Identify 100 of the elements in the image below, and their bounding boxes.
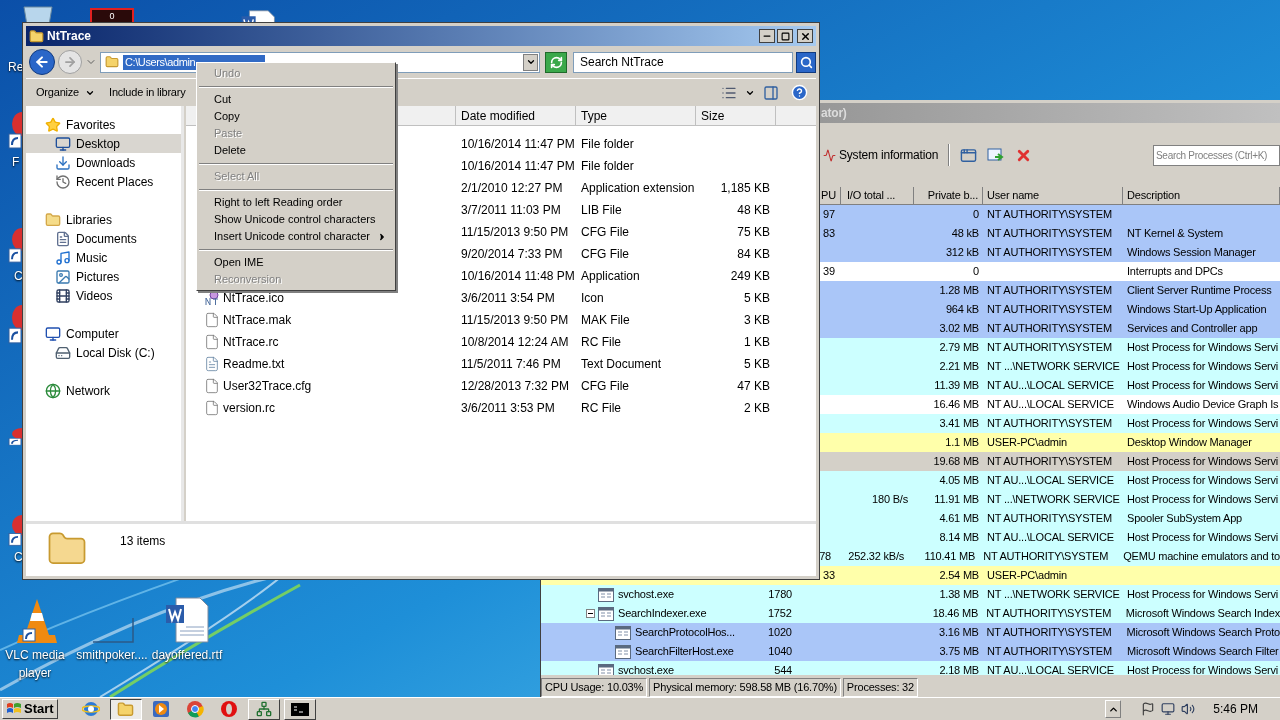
taskbar-button[interactable] — [109, 698, 142, 720]
menu-item[interactable]: Delete — [197, 142, 395, 159]
media-player-icon[interactable] — [151, 700, 170, 718]
nav-item[interactable]: Recent Places — [26, 172, 181, 191]
type-cell-text: File folder — [580, 136, 635, 153]
file-name[interactable]: User32Trace.cfg — [223, 377, 312, 395]
user-cell-text: NT AUTHORITY\SYSTEM — [986, 283, 1113, 299]
toolbar-button[interactable]: Include in library — [109, 84, 186, 101]
column-header[interactable]: I/O total ... — [841, 187, 914, 204]
status-cell: Processes: 32 — [842, 678, 918, 697]
start-button[interactable]: Start — [2, 699, 58, 719]
speaker-icon[interactable] — [1181, 702, 1196, 716]
nav-item[interactable]: Favorites — [26, 115, 181, 134]
file-name[interactable]: NtTrace.ico — [223, 289, 284, 307]
private-bytes-cell-text: 11.91 MB — [933, 492, 980, 508]
search-button[interactable] — [796, 51, 816, 73]
process-row[interactable]: svchost.exe 1780 1.38 MB NT ...\NETWORK SERVICE Host Process for Windows Servi — [541, 585, 1280, 604]
back-button[interactable] — [29, 49, 55, 75]
shortcut-icon[interactable] — [8, 515, 22, 547]
flag-icon[interactable] — [1141, 702, 1156, 716]
chrome-icon[interactable] — [185, 700, 204, 718]
clock[interactable]: 5:46 PM — [1213, 700, 1258, 718]
nav-item[interactable]: Downloads — [26, 153, 181, 172]
word-document-icon[interactable] — [164, 597, 210, 643]
column-header[interactable]: Size — [696, 106, 776, 125]
shortcut-icon[interactable] — [8, 428, 22, 446]
tray-expand-button[interactable] — [1105, 700, 1122, 718]
column-header[interactable]: Private b... — [914, 187, 983, 204]
opera-icon[interactable] — [219, 700, 238, 718]
traffic-cone-icon[interactable] — [15, 597, 59, 645]
nav-item[interactable]: Documents — [26, 229, 181, 248]
description-cell-text: Windows Session Manager — [1126, 245, 1257, 261]
process-row[interactable]: SearchProtocolHos... 1020 3.16 MB NT AUTHORITY\SYSTEM Microsoft Windows Search Proto — [541, 623, 1280, 642]
text-file-icon — [204, 356, 220, 372]
file-name[interactable]: NtTrace.mak — [223, 311, 292, 329]
star-icon — [45, 116, 61, 133]
process-row[interactable]: svchost.exe 544 2.18 MB NT AU...\LOCAL SERVICE Host Process for Windows Servi — [541, 661, 1280, 675]
menu-item[interactable]: Copy — [197, 108, 395, 125]
shortcut-icon[interactable] — [8, 112, 22, 150]
nav-item[interactable]: Desktop — [26, 134, 181, 153]
shortcut-icon[interactable] — [8, 305, 22, 345]
dropdown-button[interactable] — [523, 53, 538, 71]
minimize-button[interactable] — [759, 29, 775, 43]
menu-item[interactable]: Open IME — [197, 254, 395, 271]
nav-item[interactable]: Pictures — [26, 267, 181, 286]
desktop-icon-label[interactable]: F — [12, 153, 20, 171]
column-header[interactable]: Date modified — [456, 106, 576, 125]
file-name[interactable]: Readme.txt — [223, 355, 285, 373]
refresh-button[interactable] — [545, 51, 567, 73]
file-name[interactable]: version.rc — [223, 399, 275, 417]
user-cell-text: NT AUTHORITY\SYSTEM — [986, 302, 1113, 318]
desktop-icon-label[interactable]: C — [14, 267, 23, 285]
tree-toggle[interactable] — [586, 609, 595, 618]
column-header[interactable]: PU — [821, 187, 841, 204]
description-cell-text: Host Process for Windows Servi — [1126, 492, 1280, 508]
toolbar-button[interactable]: System information — [823, 146, 939, 164]
desktop-icon-label[interactable]: C — [14, 548, 23, 566]
user-cell-text: NT AUTHORITY\SYSTEM — [986, 511, 1113, 527]
desktop-icon-label[interactable]: VLC media player — [4, 646, 66, 682]
desktop-icon-label[interactable]: Re — [8, 58, 24, 76]
column-header[interactable]: Type — [576, 106, 696, 125]
nav-item[interactable]: Music — [26, 248, 181, 267]
menu-item[interactable]: Show Unicode control characters — [197, 211, 395, 228]
search-field[interactable]: Search Processes (Ctrl+K) — [1153, 144, 1280, 166]
menu-item[interactable]: Right to left Reading order — [197, 194, 395, 211]
process-row[interactable]: SearchFilterHost.exe 1040 3.75 MB NT AUTHORITY\SYSTEM Microsoft Windows Search Filter — [541, 642, 1280, 661]
nav-item[interactable]: Videos — [26, 286, 181, 305]
column-header[interactable]: Description — [1123, 187, 1280, 204]
process-row[interactable]: SearchIndexer.exe 1752 18.46 MB NT AUTHORITY\SYSTEM Microsoft Windows Search Index — [541, 604, 1280, 623]
window-title: ator) — [821, 105, 847, 122]
desktop-icon-label[interactable]: smithpoker.... — [74, 646, 150, 664]
user-cell-text: NT AUTHORITY\SYSTEM — [986, 226, 1113, 242]
help-icon[interactable] — [791, 84, 808, 101]
file-name[interactable]: NtTrace.rc — [223, 333, 279, 351]
search-field[interactable]: Search NtTrace — [573, 51, 793, 73]
preview-pane-icon[interactable] — [763, 84, 779, 101]
type-cell-text: LIB File — [580, 202, 623, 219]
type-cell-text: Application extension — [580, 180, 696, 197]
file-icon — [204, 400, 220, 416]
menu-item[interactable]: Cut — [197, 91, 395, 108]
type-cell-text: File folder — [580, 158, 635, 175]
folder-icon — [105, 55, 119, 69]
window-arrow-icon[interactable] — [987, 147, 1006, 163]
nav-item[interactable]: Libraries — [26, 210, 181, 229]
nav-item[interactable]: Network — [26, 381, 181, 400]
browser-e-icon[interactable] — [81, 700, 100, 718]
nav-item[interactable]: Local Disk (C:) — [26, 343, 181, 362]
menu-item[interactable]: Insert Unicode control character — [197, 228, 395, 245]
window-icon[interactable] — [960, 146, 978, 164]
toolbar-button[interactable]: Organize — [36, 84, 96, 101]
shortcut-icon[interactable] — [8, 228, 22, 264]
maximize-button[interactable] — [777, 29, 793, 43]
column-header[interactable]: User name — [983, 187, 1123, 204]
size-cell-text: 84 KB — [736, 246, 771, 263]
close-button[interactable] — [797, 29, 813, 43]
description-cell-text: Interrupts and DPCs — [1126, 264, 1224, 280]
pid-cell-text: 1780 — [767, 587, 793, 603]
type-cell-text: CFG File — [580, 378, 630, 395]
blank-file-icon[interactable] — [92, 617, 134, 643]
nav-item[interactable]: Computer — [26, 324, 181, 343]
